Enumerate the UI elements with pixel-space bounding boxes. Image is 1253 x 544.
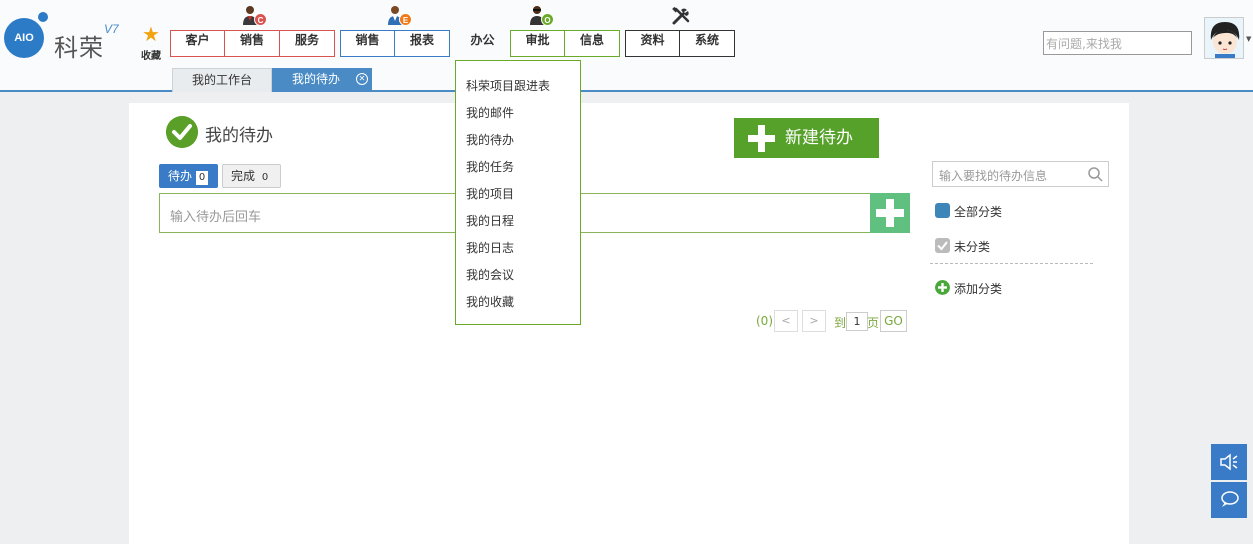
office-dropdown-menu: 科荣项目跟进表 我的邮件 我的待办 我的任务 我的项目 我的日程 我的日志 我的… — [455, 60, 581, 325]
user-avatar[interactable] — [1204, 17, 1244, 59]
category-color-swatch — [935, 203, 950, 218]
pager-page-input[interactable]: 1 — [846, 312, 868, 331]
favorites-label: 收藏 — [141, 51, 161, 62]
speaker-icon — [1220, 453, 1238, 471]
module-badge-o: O — [541, 13, 554, 26]
nav-item-reports[interactable]: 报表 — [395, 30, 450, 57]
nav-item-sales[interactable]: 销售 — [225, 30, 280, 57]
new-todo-button[interactable]: 新建待办 — [734, 118, 879, 158]
plus-circle-icon — [935, 280, 950, 295]
nav-item-system[interactable]: 系统 — [680, 30, 735, 57]
category-uncategorized-label: 未分类 — [954, 240, 991, 254]
chat-icon — [1221, 491, 1239, 507]
nav-group-settings: 资料 系统 — [625, 30, 735, 57]
nav-item-service[interactable]: 服务 — [280, 30, 335, 57]
close-icon[interactable]: ✕ — [356, 73, 368, 85]
nav-item-approval[interactable]: 审批 — [510, 30, 565, 57]
nav-item-office[interactable]: 办公 — [455, 30, 510, 57]
menu-item-my-todo[interactable]: 我的待办 — [466, 131, 514, 148]
category-search-input[interactable]: 输入要找的待办信息 — [932, 161, 1109, 187]
menu-item-my-tasks[interactable]: 我的任务 — [466, 158, 514, 175]
menu-item-my-projects[interactable]: 我的项目 — [466, 185, 514, 202]
pager-go-button[interactable]: GO — [880, 310, 907, 332]
logo-dot — [38, 12, 48, 22]
pending-count: 0 — [196, 171, 209, 185]
logo-text: AIO — [4, 18, 44, 58]
nav-group-oa: 办公 审批 信息 — [455, 30, 620, 57]
tab-pending[interactable]: 待办 0 — [159, 164, 218, 188]
search-icon[interactable] — [1087, 166, 1103, 182]
pager-page-unit: 页 — [867, 316, 880, 330]
nav-item-info[interactable]: 信息 — [565, 30, 620, 57]
new-todo-label: 新建待办 — [785, 128, 853, 148]
tools-icon — [668, 4, 696, 28]
menu-item-project-tracking[interactable]: 科荣项目跟进表 — [466, 77, 550, 94]
app-logo[interactable]: AIO — [4, 12, 50, 58]
star-icon: ★ — [142, 22, 160, 46]
menu-item-my-meetings[interactable]: 我的会议 — [466, 266, 514, 283]
help-search-input[interactable]: 有问题,来找我 — [1043, 31, 1192, 55]
top-header: AIO 科荣 V7 ★ 收藏 C E O 客户 销售 服务 销售 报表 办公 审… — [0, 0, 1253, 92]
menu-item-my-favorites[interactable]: 我的收藏 — [466, 293, 514, 310]
page-title: 我的待办 — [205, 126, 273, 146]
chat-button[interactable] — [1211, 482, 1247, 518]
favorites-button[interactable]: ★ 收藏 — [138, 24, 164, 62]
tab-my-workbench[interactable]: 我的工作台 — [172, 68, 272, 92]
module-badge-e: E — [399, 13, 412, 26]
tab-pending-label: 待办 — [168, 169, 193, 183]
module-badge-c: C — [254, 13, 267, 26]
nav-item-data[interactable]: 资料 — [625, 30, 680, 57]
plus-icon — [876, 199, 904, 227]
check-circle-icon — [166, 116, 198, 148]
menu-item-my-mail[interactable]: 我的邮件 — [466, 104, 514, 121]
pager-count: (0) — [756, 314, 773, 328]
brand-name: 科荣 — [54, 34, 104, 62]
crm-module-icon: C — [239, 4, 267, 28]
menu-item-my-schedule[interactable]: 我的日程 — [466, 212, 514, 229]
pager-goto-label: 到 — [834, 316, 847, 330]
category-divider — [930, 263, 1093, 264]
plus-icon — [748, 125, 775, 152]
tab-my-todo[interactable]: 我的待办 ✕ — [272, 68, 372, 92]
tab-my-todo-label: 我的待办 — [292, 72, 341, 86]
brand-version: V7 — [104, 22, 119, 36]
menu-item-my-log[interactable]: 我的日志 — [466, 239, 514, 256]
tab-done-label: 完成 — [231, 169, 256, 183]
avatar-image — [1205, 18, 1243, 58]
nav-item-erp-sales[interactable]: 销售 — [340, 30, 395, 57]
add-todo-button[interactable] — [870, 193, 910, 233]
pager-prev-button[interactable]: < — [774, 310, 798, 332]
erp-module-icon: E — [384, 4, 412, 28]
oa-module-icon: O — [526, 4, 554, 28]
tab-done[interactable]: 完成 0 — [222, 164, 281, 188]
sound-toggle-button[interactable] — [1211, 444, 1247, 480]
caret-down-icon[interactable]: ▼ — [1246, 35, 1251, 43]
check-icon — [935, 238, 950, 253]
pager-next-button[interactable]: > — [802, 310, 826, 332]
add-category-label: 添加分类 — [954, 282, 1003, 296]
done-count: 0 — [261, 172, 269, 183]
category-all-label: 全部分类 — [954, 205, 1003, 219]
nav-item-customer[interactable]: 客户 — [170, 30, 225, 57]
nav-group-crm: 客户 销售 服务 — [170, 30, 335, 57]
nav-group-erp: 销售 报表 — [340, 30, 450, 57]
